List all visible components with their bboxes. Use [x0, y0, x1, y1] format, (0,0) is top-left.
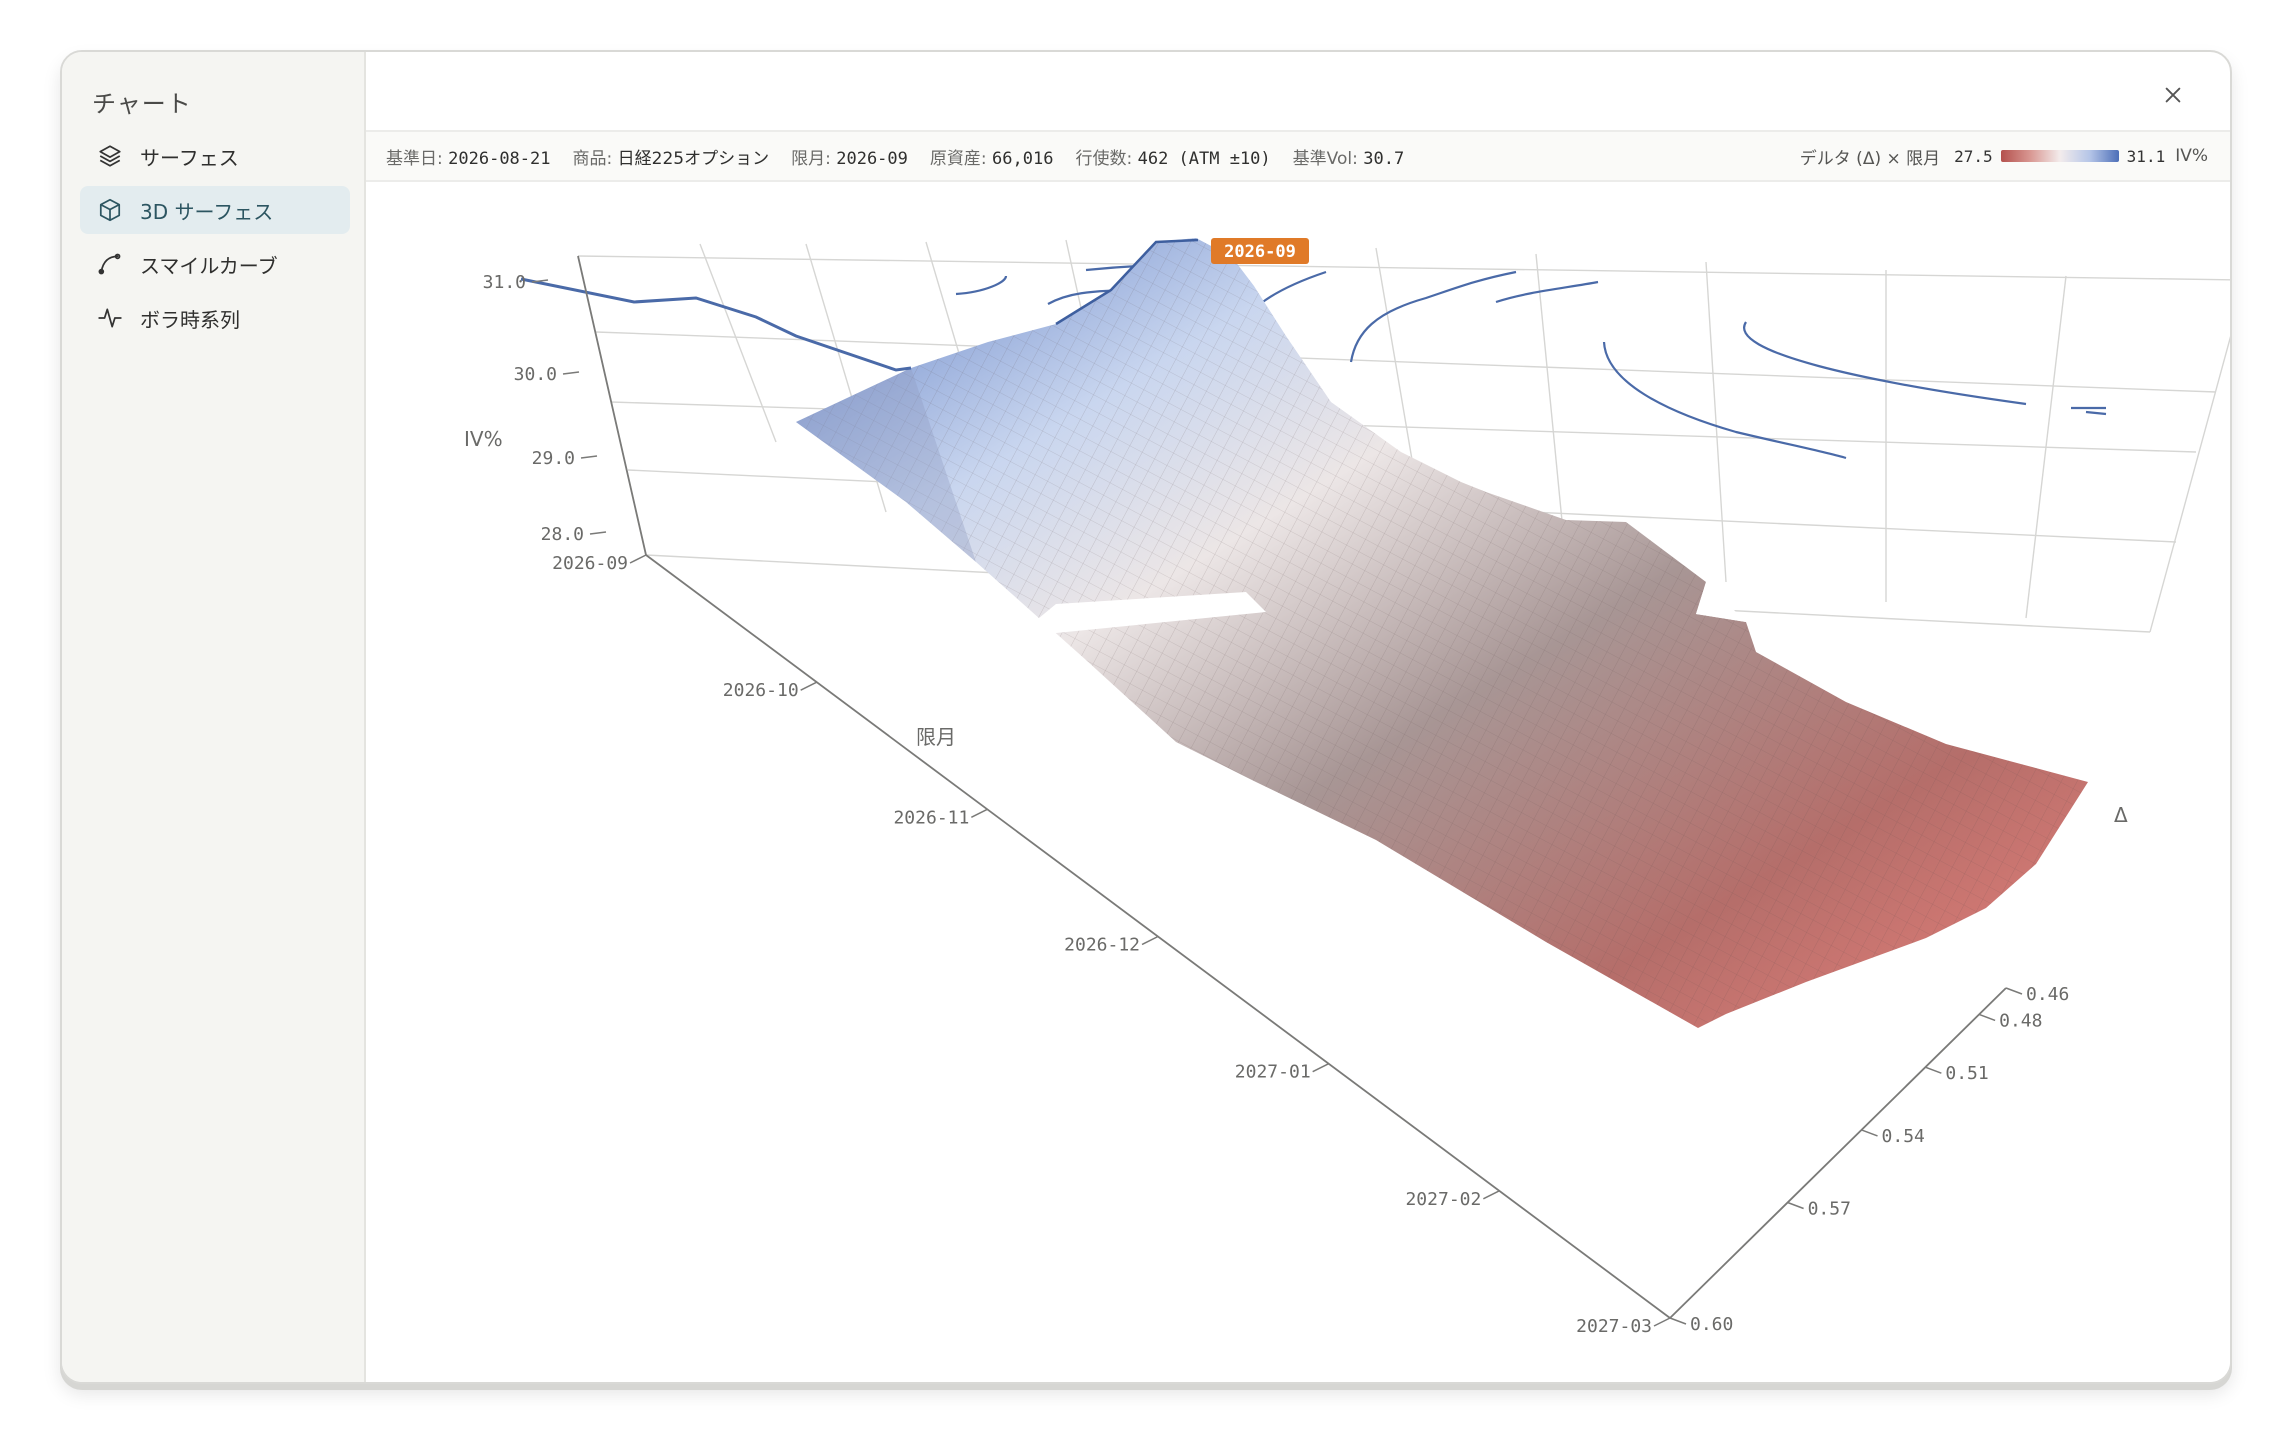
sidebar-item-label: 3D サーフェス [140, 199, 274, 224]
cube-icon [96, 196, 124, 224]
y-tick-label-mark [1978, 1013, 1996, 1022]
z-axis-title: IV% [464, 427, 503, 451]
info-bar: 基準日: 2026-08-21 商品: 日経225オプション 限月: 2026-… [366, 130, 2230, 182]
sidebar-title: チャート [92, 90, 192, 118]
z-tick-label: 30.0 [514, 364, 557, 385]
y-tick-label: 0.51 [1945, 1063, 1988, 1084]
z-tick-label: 29.0 [532, 448, 575, 469]
sidebar-item-vol-timeseries[interactable]: ボラ時系列 [80, 294, 350, 342]
sidebar-item-surface[interactable]: サーフェス [80, 132, 350, 180]
z-tick-label-mark [562, 371, 580, 375]
y-tick-label-mark [1669, 1317, 1687, 1325]
y-axis-ticks: 0.46 0.48 0.51 0.54 0.57 0.60 [1669, 984, 2069, 1335]
layers-icon [96, 142, 124, 170]
x-tick-label-mark [1141, 935, 1159, 946]
info-base-date: 基準日: 2026-08-21 [386, 148, 551, 169]
info-strikes: 行使数: 462 (ATM ±10) [1075, 148, 1271, 169]
y-tick-label-mark [1925, 1066, 1942, 1074]
legend-unit: IV% [2175, 146, 2208, 166]
x-tick-label: 2026-10 [723, 680, 799, 701]
legend-max: 31.1 [2126, 146, 2166, 166]
iv-surface [520, 238, 2088, 1028]
color-legend: デルタ (Δ) × 限月 27.5 31.1 IV% [1800, 132, 2208, 180]
curve-icon [96, 250, 124, 278]
chart-svg[interactable]: 2026-09 31.0 30.0 29.0 28.0 2026-09 2026-10 2… [366, 182, 2232, 1384]
x-tick-label-mark [1482, 1190, 1500, 1200]
x-tick-label: 2026-11 [893, 807, 969, 828]
sidebar-nav: サーフェス 3D サーフェス スマイルカーブ ボラ時系列 [80, 132, 350, 348]
info-product: 商品: 日経225オプション [572, 148, 770, 169]
highlight-badge: 2026-09 [1211, 238, 1309, 264]
x-tick-label: 2027-02 [1405, 1189, 1481, 1210]
y-tick-label: 0.54 [1882, 1126, 1925, 1147]
legend-colorbar [2000, 150, 2119, 162]
y-tick-label: 0.46 [2026, 984, 2069, 1005]
y-tick-label: 0.60 [1690, 1314, 1733, 1335]
z-tick-label-mark [580, 455, 598, 459]
x-tick-label-mark [1312, 1062, 1330, 1073]
sidebar-item-label: サーフェス [140, 145, 239, 170]
surface-chart[interactable]: 2026-09 31.0 30.0 29.0 28.0 2026-09 2026-10 2… [366, 182, 2230, 1382]
legend-min: 27.5 [1954, 146, 1993, 166]
legend-axes-label: デルタ (Δ) × 限月 [1799, 148, 1941, 169]
pulse-icon [96, 304, 124, 332]
sidebar-item-smile-curve[interactable]: スマイルカーブ [80, 240, 350, 288]
x-tick-label-mark [800, 681, 818, 691]
sidebar-item-label: スマイルカーブ [140, 253, 278, 278]
y-tick-label-mark [1787, 1201, 1804, 1210]
x-tick-label: 2027-03 [1576, 1316, 1652, 1337]
z-tick-label-mark [589, 531, 607, 535]
x-tick-label-mark [629, 554, 647, 564]
x-tick-label: 2026-12 [1064, 935, 1140, 956]
x-axis-title: 限月 [916, 725, 956, 749]
close-button[interactable] [2156, 78, 2190, 112]
y-tick-label-mark [2005, 987, 2023, 995]
x-tick-label-mark [1653, 1317, 1671, 1327]
x-tick-label-mark [970, 808, 988, 819]
highlight-label: 2026-09 [1224, 242, 1296, 262]
x-tick-label: 2026-09 [552, 553, 628, 574]
info-underlying: 原資産: 66,016 [929, 148, 1054, 169]
info-basevol: 基準Vol: 30.7 [1292, 148, 1405, 169]
sidebar-item-label: ボラ時系列 [140, 307, 240, 332]
y-axis-title: Δ [2114, 803, 2128, 827]
y-tick-label: 0.57 [1808, 1199, 1851, 1220]
info-expiry: 限月: 2026-09 [791, 148, 908, 169]
z-tick-label: 31.0 [483, 272, 526, 293]
z-tick-label: 28.0 [541, 524, 584, 545]
y-tick-label-mark [1861, 1129, 1878, 1137]
y-tick-label: 0.48 [1999, 1010, 2042, 1031]
z-axis-ticks: 31.0 30.0 29.0 28.0 [483, 272, 607, 545]
sidebar-item-3d-surface[interactable]: 3D サーフェス [80, 186, 350, 234]
sidebar: チャート サーフェス 3D サーフェス スマイルカーブ ボラ時系列 [62, 52, 366, 1382]
close-icon [2165, 87, 2181, 103]
x-tick-label: 2027-01 [1235, 1062, 1311, 1083]
chart-window: チャート サーフェス 3D サーフェス スマイルカーブ ボラ時系列 基準日: 2… [60, 50, 2232, 1384]
